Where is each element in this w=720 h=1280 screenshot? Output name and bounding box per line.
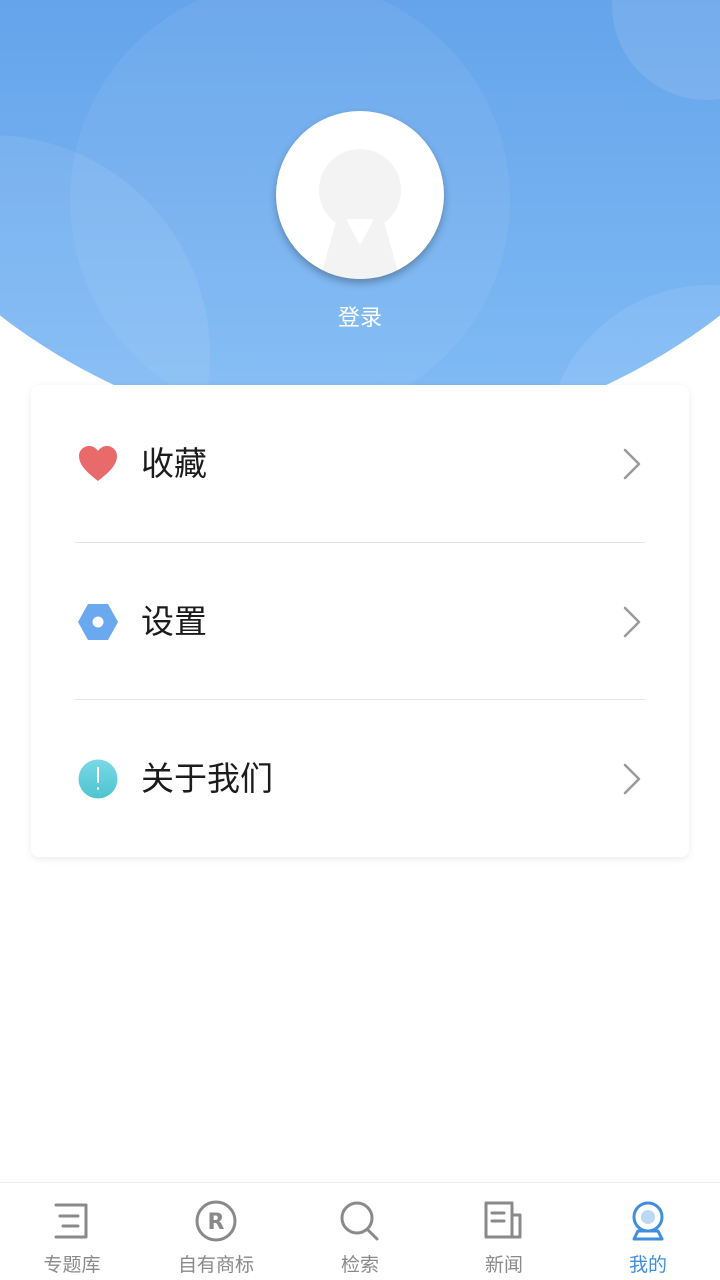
- menu-card: 收藏 设置 关于我们: [31, 385, 689, 857]
- profile-icon: [632, 1201, 664, 1241]
- nav-tab-mine[interactable]: 我的: [576, 1183, 720, 1280]
- registered-trademark-icon: R: [195, 1200, 237, 1242]
- heart-icon: [79, 446, 117, 481]
- nav-tab-label: 检索: [340, 1254, 379, 1276]
- bottom-nav: 专题库 R 自有商标 检索 新闻 我的: [0, 1182, 720, 1280]
- search-icon: [340, 1201, 379, 1241]
- chevron-right-icon: [623, 606, 641, 638]
- info-icon: [78, 759, 118, 799]
- nav-tab-news[interactable]: 新闻: [432, 1183, 576, 1280]
- chevron-right-icon: [623, 763, 641, 795]
- nav-tab-label: 我的: [628, 1254, 667, 1276]
- login-link[interactable]: 登录: [260, 303, 460, 335]
- avatar[interactable]: [276, 111, 444, 279]
- nav-tab-label: 自有商标: [177, 1254, 254, 1276]
- settings-hexagon-icon: [78, 604, 118, 640]
- chevron-right-icon: [623, 448, 641, 480]
- menu-item-label: 收藏: [141, 444, 207, 483]
- topic-list-icon: [54, 1203, 88, 1239]
- nav-tab-label: 专题库: [43, 1254, 101, 1276]
- nav-tab-topics[interactable]: 专题库: [0, 1183, 144, 1280]
- menu-item-about[interactable]: 关于我们: [31, 700, 689, 857]
- nav-tab-label: 新闻: [484, 1254, 523, 1276]
- menu-item-label: 关于我们: [141, 759, 273, 798]
- menu-item-label: 设置: [141, 602, 207, 641]
- nav-tab-trademarks[interactable]: R 自有商标: [144, 1183, 288, 1280]
- svg-text:R: R: [208, 1210, 225, 1235]
- news-icon: [484, 1201, 522, 1239]
- menu-item-settings[interactable]: 设置: [31, 543, 689, 700]
- nav-tab-search[interactable]: 检索: [288, 1183, 432, 1280]
- menu-item-favorites[interactable]: 收藏: [31, 385, 689, 542]
